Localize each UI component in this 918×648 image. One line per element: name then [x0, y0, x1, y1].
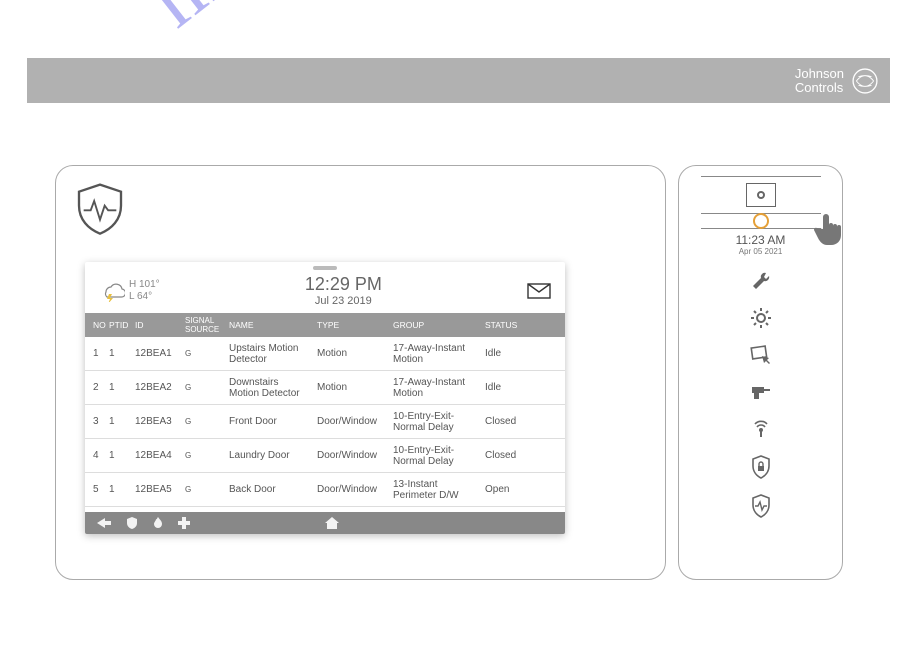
clock-widget: 12:29 PM Jul 23 2019 [305, 274, 382, 307]
record-indicator-icon [746, 183, 776, 207]
card-bottom-bar [85, 512, 565, 534]
brand-line1: Johnson [795, 67, 844, 81]
side-date: Apr 05 2021 [739, 247, 783, 256]
col-id: ID [135, 320, 185, 330]
pointing-hand-icon [809, 207, 851, 249]
document-header: Johnson Controls [27, 58, 890, 103]
table-row[interactable]: 2 1 12BEA2 G Downstairs Motion Detector … [85, 371, 565, 405]
brand-line2: Controls [795, 81, 844, 95]
table-row[interactable]: 3 1 12BEA3 G Front Door Door/Window 10-E… [85, 405, 565, 439]
side-panel: 11:23 AM Apr 05 2021 [678, 165, 843, 580]
clock-date: Jul 23 2019 [305, 295, 382, 307]
side-top-dropdown[interactable] [701, 176, 821, 214]
table-row[interactable]: 4 1 12BEA4 G Laundry Door Door/Window 10… [85, 439, 565, 473]
system-health-shield-icon [72, 180, 128, 236]
watermark-text: manualshive.com [130, 0, 667, 46]
col-group: GROUP [393, 320, 485, 330]
table-body[interactable]: 1 1 12BEA1 G Upstairs Motion Detector Mo… [85, 337, 565, 512]
pulldown-indicator[interactable] [701, 217, 821, 229]
side-time: 11:23 AM [736, 233, 786, 247]
back-arrow-icon[interactable] [95, 516, 113, 530]
weather-high: H 101° [129, 279, 160, 291]
col-status: STATUS [485, 320, 545, 330]
weather-cloud-lightning-icon [99, 280, 125, 302]
brand-logo: Johnson Controls [795, 67, 878, 95]
sensor-status-card: H 101° L 64° 12:29 PM Jul 23 2019 NO PTI… [85, 262, 565, 534]
col-ptid: PTID [109, 320, 135, 330]
shield-lock-icon[interactable] [750, 455, 772, 479]
highlight-circle-icon [753, 213, 769, 229]
shield-health-icon[interactable] [750, 494, 772, 518]
settings-gear-icon[interactable] [750, 307, 772, 329]
signal-sensor-icon[interactable] [750, 418, 772, 440]
col-name: NAME [229, 320, 317, 330]
clock-time: 12:29 PM [305, 274, 382, 295]
table-row[interactable]: 5 1 12BEA5 G Back Door Door/Window 13-In… [85, 473, 565, 507]
drill-icon[interactable] [750, 381, 772, 403]
shield-icon[interactable] [125, 516, 139, 530]
col-signal: SIGNAL SOURCE [185, 316, 229, 334]
home-icon[interactable] [323, 516, 341, 530]
col-type: TYPE [317, 320, 393, 330]
weather-low: L 64° [129, 291, 160, 303]
messages-icon[interactable] [527, 283, 551, 299]
table-header: NO PTID ID SIGNAL SOURCE NAME TYPE GROUP… [85, 313, 565, 337]
table-row[interactable]: 1 1 12BEA1 G Upstairs Motion Detector Mo… [85, 337, 565, 371]
flame-icon[interactable] [151, 516, 165, 530]
col-no: NO [85, 320, 109, 330]
wrench-icon[interactable] [750, 270, 772, 292]
weather-widget[interactable]: H 101° L 64° [99, 279, 160, 303]
medical-plus-icon[interactable] [177, 516, 191, 530]
touch-panel-icon[interactable] [750, 344, 772, 366]
brand-swirl-icon [852, 68, 878, 94]
